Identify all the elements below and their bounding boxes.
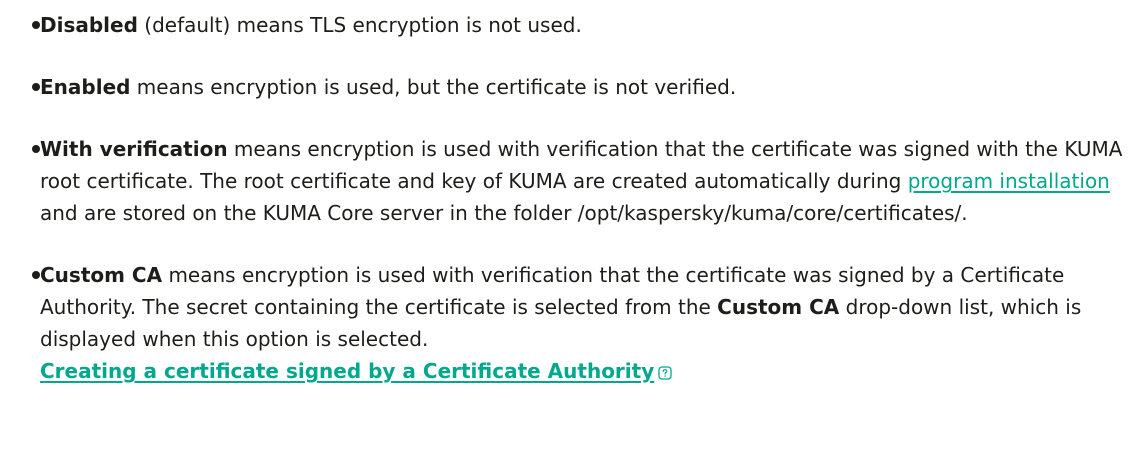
option-description-continued: and are stored on the KUMA Core server i… <box>40 201 968 225</box>
help-icon[interactable] <box>658 357 672 380</box>
bullet-icon <box>32 21 40 29</box>
bullet-icon <box>32 83 40 91</box>
option-term: Enabled <box>40 75 131 99</box>
program-installation-link[interactable]: program installation <box>908 169 1110 193</box>
option-term: With verification <box>40 137 228 161</box>
option-term: Disabled <box>40 13 138 37</box>
list-item-enabled: Enabled means encryption is used, but th… <box>32 71 1134 103</box>
document-body: Disabled (default) means TLS encryption … <box>0 0 1134 387</box>
tls-options-list: Disabled (default) means TLS encryption … <box>32 0 1134 387</box>
option-description: (default) means TLS encryption is not us… <box>137 13 582 37</box>
list-item-with-verification: With verification means encryption is us… <box>32 133 1134 229</box>
list-item-disabled: Disabled (default) means TLS encryption … <box>32 0 1134 41</box>
option-description: means encryption is used, but the certif… <box>130 75 737 99</box>
bullet-icon <box>32 145 40 153</box>
bullet-icon <box>32 271 40 279</box>
custom-ca-dropdown-name: Custom CA <box>717 295 840 319</box>
list-item-custom-ca: Custom CA means encryption is used with … <box>32 259 1134 387</box>
option-term: Custom CA <box>40 263 163 287</box>
creating-certificate-link[interactable]: Creating a certificate signed by a Certi… <box>40 359 654 383</box>
